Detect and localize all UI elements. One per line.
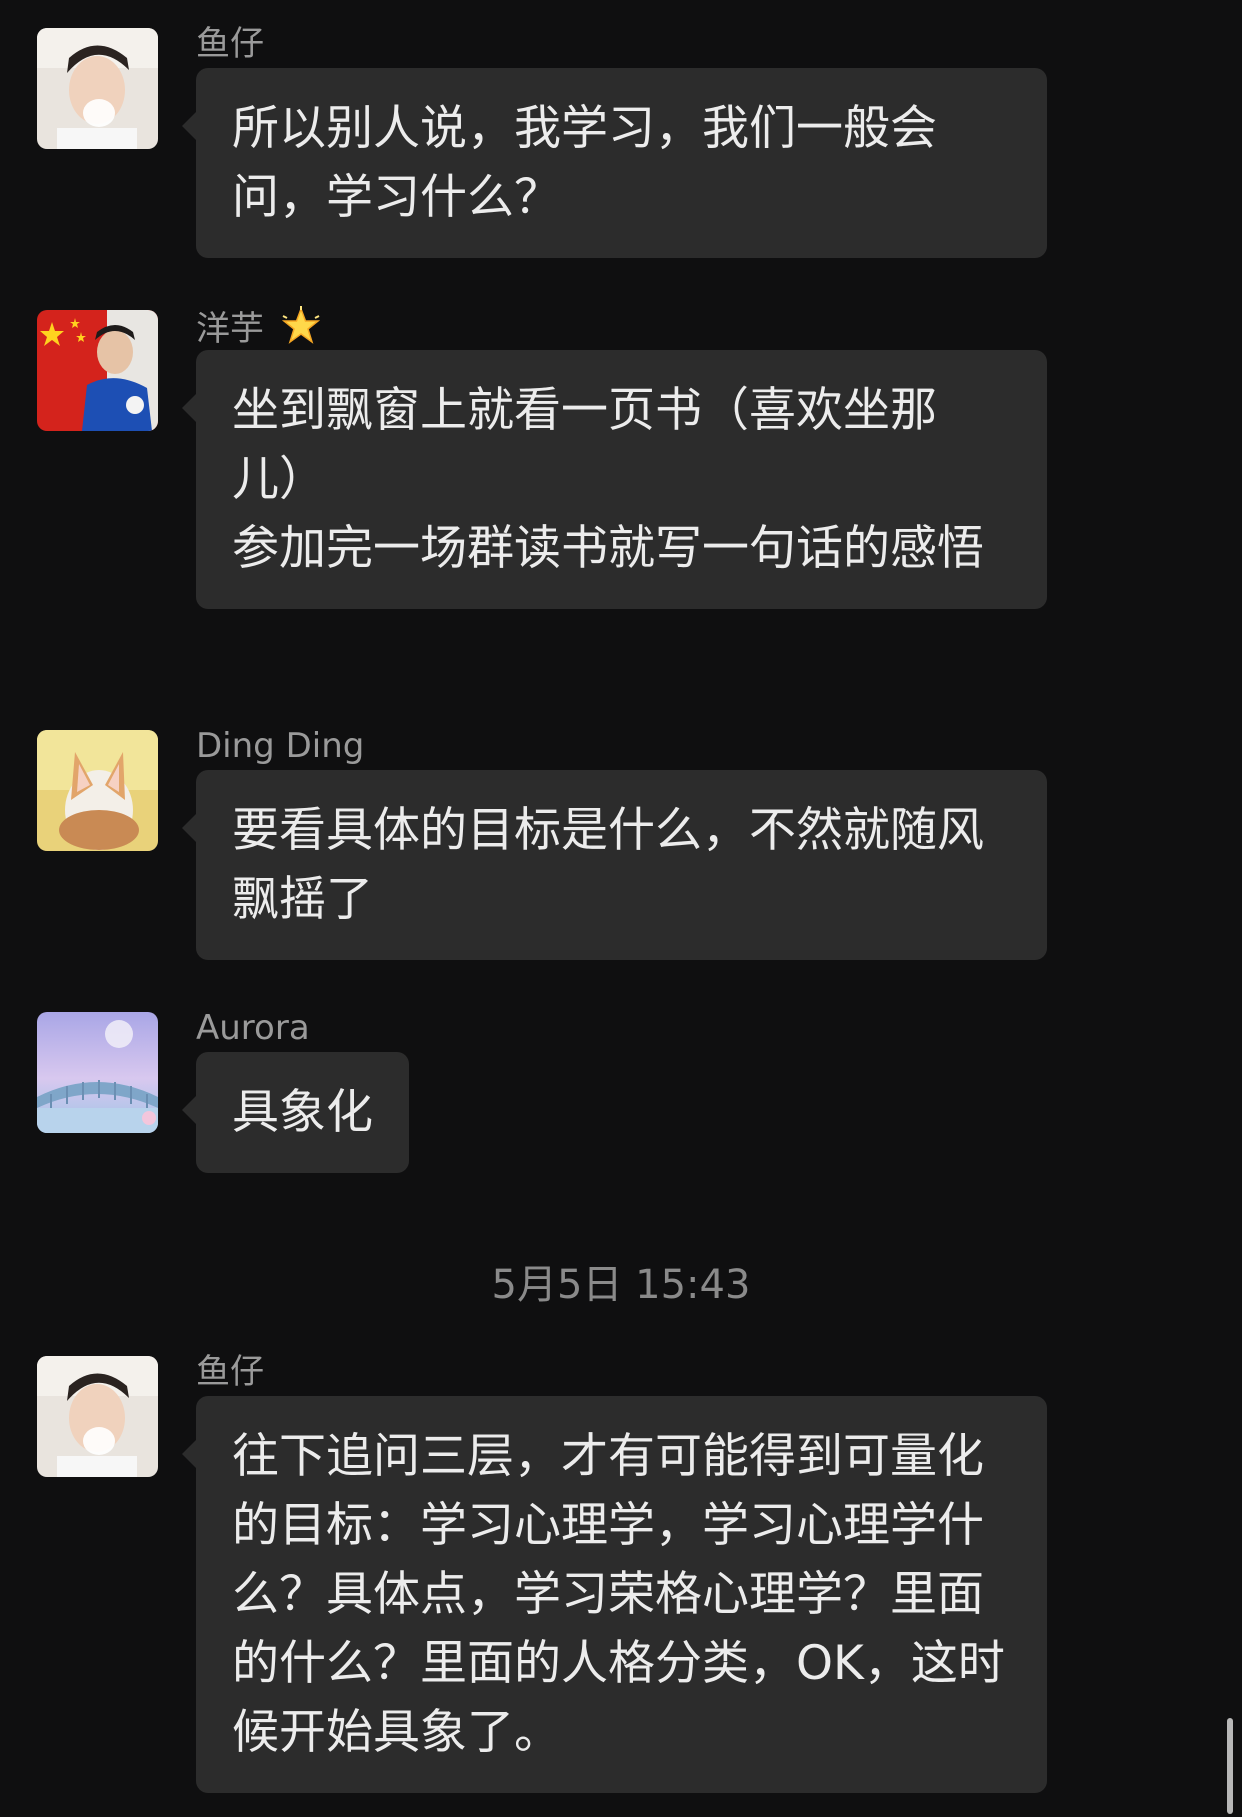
- sender-name: 鱼仔: [196, 1352, 264, 1392]
- avatar-dingding[interactable]: [37, 730, 158, 851]
- avatar-yuzai[interactable]: [37, 28, 158, 149]
- avatar-image: [37, 28, 158, 149]
- message-bubble[interactable]: 坐到飘窗上就看一页书（喜欢坐那儿） 参加完一场群读书就写一句话的感悟: [182, 350, 1047, 609]
- message-bubble[interactable]: 往下追问三层，才有可能得到可量化的目标：学习心理学，学习心理学什么？具体点，学习…: [182, 1396, 1047, 1793]
- avatar-image: [37, 1356, 158, 1477]
- scrollbar[interactable]: [1227, 1718, 1233, 1814]
- sender-name: 洋芋: [196, 306, 321, 349]
- message-bubble[interactable]: 要看具体的目标是什么，不然就随风飘摇了: [182, 770, 1047, 960]
- chat-history: 鱼仔 所以别人说，我学习，我们一般会问，学习什么？ 洋芋 坐到飘窗上就看一页书（…: [0, 0, 1242, 1817]
- avatar-image: [37, 310, 158, 431]
- chat-timestamp: 5月5日 15:43: [491, 1262, 751, 1308]
- sender-name: Ding Ding: [196, 726, 365, 766]
- avatar-image: [37, 730, 158, 851]
- glowing-star-icon: [281, 306, 320, 344]
- sender-name: 鱼仔: [196, 24, 264, 64]
- message-bubble[interactable]: 所以别人说，我学习，我们一般会问，学习什么？: [182, 68, 1047, 258]
- message-bubble[interactable]: 具象化: [182, 1052, 409, 1173]
- avatar-yangyu[interactable]: [37, 310, 158, 431]
- sender-name: Aurora: [196, 1008, 310, 1048]
- avatar-aurora[interactable]: [37, 1012, 158, 1133]
- avatar-image: [37, 1012, 158, 1133]
- avatar-yuzai[interactable]: [37, 1356, 158, 1477]
- sender-name-text: 洋芋: [196, 309, 264, 349]
